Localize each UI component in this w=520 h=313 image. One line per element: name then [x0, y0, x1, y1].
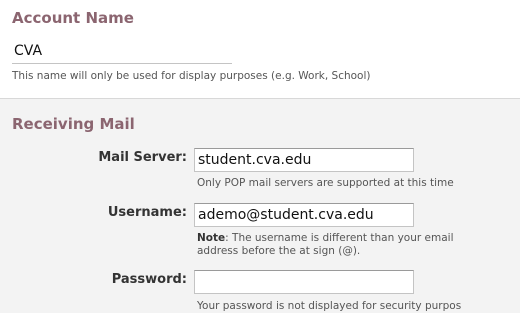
username-label: Username: — [107, 205, 187, 220]
password-field[interactable] — [194, 270, 414, 294]
username-hint-note: Note — [197, 232, 226, 244]
password-label: Password: — [111, 272, 187, 287]
account-name-field[interactable]: CVA — [12, 40, 232, 64]
username-hint-text: : The username is different than your em… — [225, 232, 454, 244]
username-hint-line2: address before the at sign (@). — [197, 245, 361, 257]
mail-server-field[interactable]: student.cva.edu — [194, 148, 414, 172]
password-hint: Your password is not displayed for secur… — [197, 300, 462, 312]
receiving-mail-heading: Receiving Mail — [12, 115, 135, 133]
account-name-section: Account Name CVA This name will only be … — [0, 0, 520, 98]
account-name-hint: This name will only be used for display … — [12, 70, 371, 82]
username-field[interactable]: ademo@student.cva.edu — [194, 203, 414, 227]
account-name-heading: Account Name — [12, 9, 134, 27]
mail-server-label: Mail Server: — [98, 150, 187, 165]
mail-server-hint: Only POP mail servers are supported at t… — [197, 177, 454, 189]
username-hint: Note: The username is different than you… — [197, 232, 454, 245]
receiving-mail-section: Receiving Mail Mail Server: student.cva.… — [0, 98, 520, 313]
